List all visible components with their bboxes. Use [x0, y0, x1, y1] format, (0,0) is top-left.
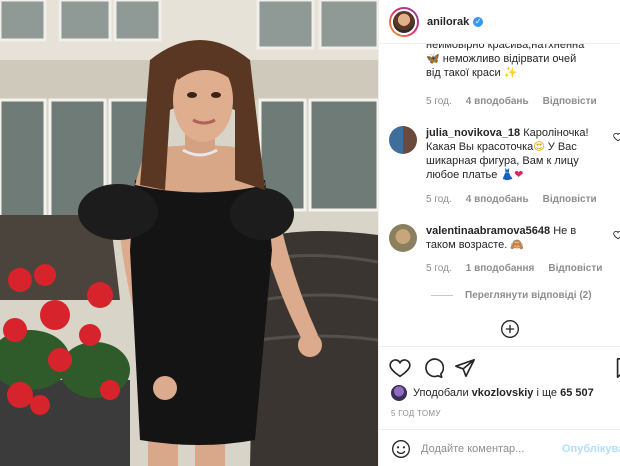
- comment-text: valentinaabramova5648 Не в таком возраст…: [426, 225, 577, 251]
- publish-button[interactable]: Опублікува: [562, 443, 620, 455]
- caption-line: від такої краси ✨: [426, 67, 518, 79]
- author-username[interactable]: anilorak: [427, 16, 469, 28]
- like-comment-heart-icon[interactable]: [613, 132, 620, 142]
- comment-meta: 5 год. 1 вподобання Відповісти: [426, 263, 616, 274]
- liker-avatar[interactable]: [391, 385, 407, 401]
- sparkle-emoji-icon: ✨: [503, 67, 518, 79]
- caption-meta: 5 год. 4 вподобань Відповісти: [426, 96, 611, 107]
- add-comment-bar: Опублікува: [379, 429, 620, 466]
- comment-time[interactable]: 5 год.: [426, 194, 452, 205]
- comment-item: valentinaabramova5648 Не в таком возраст…: [379, 224, 620, 284]
- smiley-icon[interactable]: [391, 439, 411, 459]
- reply-button[interactable]: Відповісти: [543, 194, 597, 205]
- reply-button[interactable]: Відповісти: [548, 263, 602, 274]
- post-header: anilorak ✓: [379, 0, 620, 44]
- verified-badge-icon: ✓: [473, 16, 484, 27]
- red-heart-emoji-icon: ❤: [514, 169, 524, 181]
- view-replies-label: Переглянути відповіді (2): [465, 290, 592, 301]
- heart-eyes-emoji-icon: 😍: [533, 141, 545, 153]
- author-avatar[interactable]: [389, 6, 419, 37]
- likes-prefix: Уподобали: [413, 387, 469, 399]
- bookmark-icon[interactable]: [613, 357, 620, 379]
- paper-plane-icon[interactable]: [454, 357, 476, 379]
- commenter-avatar[interactable]: [389, 224, 417, 252]
- comment-input[interactable]: [421, 442, 551, 455]
- comment-item: julia_novikova_18 Кароліночка! Какая Вы …: [379, 126, 620, 226]
- comment-time[interactable]: 5 год.: [426, 263, 452, 274]
- comment-likes-count[interactable]: 4 вподобань: [466, 96, 529, 107]
- caption-text: неймовірно красива,натхненна 🦋 неможливо…: [426, 44, 616, 80]
- comment-icon[interactable]: [422, 357, 444, 379]
- comment-text: julia_novikova_18 Кароліночка! Какая Вы …: [426, 127, 589, 181]
- dress-emoji-icon: 👗: [500, 169, 515, 181]
- likes-count[interactable]: 65 507: [560, 387, 594, 399]
- comment-meta: 5 год. 4 вподобань Відповісти: [426, 194, 611, 205]
- comment-likes-count[interactable]: 1 вподобання: [466, 263, 535, 274]
- butterfly-emoji-icon: 🦋: [426, 53, 443, 65]
- post-photo[interactable]: [0, 0, 378, 466]
- commenter-avatar[interactable]: [389, 126, 417, 154]
- reply-button[interactable]: Відповісти: [543, 96, 597, 107]
- comment-time[interactable]: 5 год.: [426, 96, 452, 107]
- liker-username[interactable]: vkozlovskiy: [472, 387, 534, 399]
- caption-line: неймовірно красива,натхненна: [426, 44, 585, 51]
- heart-icon[interactable]: [389, 357, 411, 379]
- comments-list[interactable]: неймовірно красива,натхненна 🦋 неможливо…: [379, 44, 620, 346]
- caption-line: 🦋 неможливо відірвати очей: [426, 53, 577, 65]
- view-replies-button[interactable]: Переглянути відповіді (2): [431, 290, 592, 301]
- hands-over-face-emoji-icon: 🙈: [510, 239, 525, 251]
- replies-divider: [431, 295, 453, 296]
- post-timestamp[interactable]: 5 ГОД ТОМУ: [391, 409, 441, 418]
- commenter-username[interactable]: julia_novikova_18: [426, 127, 520, 139]
- post-actions: Уподобали vkozlovskiy і ще 65 507 5 ГОД …: [379, 346, 620, 466]
- post-image: [0, 0, 378, 466]
- plus-circle-icon[interactable]: [500, 319, 520, 339]
- post-side-panel: anilorak ✓ неймовірно красива,натхненна …: [378, 0, 620, 466]
- commenter-username[interactable]: valentinaabramova5648: [426, 225, 550, 237]
- like-comment-heart-icon[interactable]: [613, 230, 620, 240]
- comment-likes-count[interactable]: 4 вподобань: [466, 194, 529, 205]
- likes-summary: Уподобали vkozlovskiy і ще 65 507: [391, 385, 594, 401]
- likes-middle: і ще: [536, 387, 558, 399]
